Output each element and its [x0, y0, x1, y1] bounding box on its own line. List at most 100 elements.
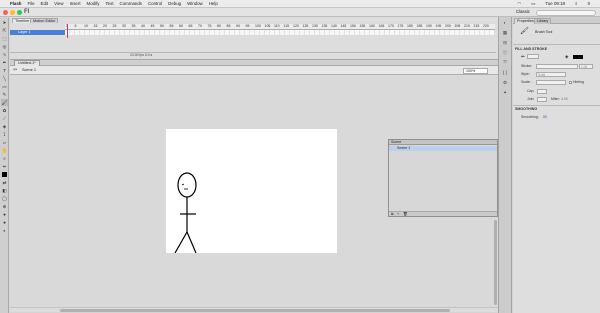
add-scene-icon[interactable]: + — [397, 212, 399, 216]
battery-icon[interactable]: ▭ — [531, 1, 535, 7]
snap-icon[interactable]: ⊕ — [1, 203, 8, 210]
3d-rotation-tool-icon[interactable]: ◎ — [1, 43, 8, 50]
menu-app-name[interactable]: Flash — [10, 1, 21, 6]
frame-number: 165 — [378, 24, 385, 28]
tab-library[interactable]: Library — [534, 18, 552, 24]
text-tool-icon[interactable]: T — [1, 67, 8, 74]
menu-edit[interactable]: Edit — [41, 1, 49, 6]
pen-tool-icon[interactable]: ✒ — [1, 59, 8, 66]
menu-debug[interactable]: Debug — [168, 1, 181, 6]
delete-scene-icon[interactable]: 🗑 — [403, 212, 408, 216]
divider — [513, 105, 600, 106]
wifi-icon[interactable]: ◠ — [517, 1, 521, 7]
scene-breadcrumb[interactable]: Scene 1 — [22, 68, 36, 72]
object-drawing-icon[interactable]: ◯ — [1, 195, 8, 202]
menu-modify[interactable]: Modify — [87, 1, 100, 6]
layer-name[interactable]: Layer 1 — [10, 30, 65, 35]
brush-tool-icon[interactable]: 🖌 — [1, 99, 8, 106]
smoothing-value[interactable]: 50 — [543, 115, 547, 119]
minimize-window-button[interactable] — [10, 10, 15, 15]
fill-stroke-section-header[interactable]: FILL AND STROKE — [515, 47, 547, 51]
deco-tool-icon[interactable]: ✿ — [1, 107, 8, 114]
menu-list-icon[interactable]: ≡ — [587, 1, 590, 7]
fill-bucket-icon: ◈ — [565, 54, 569, 59]
flash-logo: Fl — [24, 9, 30, 15]
scene-list-item[interactable]: Scene 1 — [389, 146, 497, 151]
lasso-tool-icon[interactable]: ∿ — [1, 51, 8, 58]
motion-presets-icon[interactable]: ✦ — [501, 90, 509, 97]
components-panel-icon[interactable]: ⚙ — [501, 80, 509, 87]
subselection-tool-icon[interactable]: ⇱ — [1, 27, 8, 34]
menu-control[interactable]: Control — [148, 1, 162, 6]
color-panel-icon[interactable]: ◐ — [501, 20, 509, 27]
help-search-input[interactable] — [536, 9, 596, 16]
free-transform-tool-icon[interactable]: ⬚ — [1, 35, 8, 42]
menu-help[interactable]: Help — [209, 1, 218, 6]
clock[interactable]: Tue 09:18 — [545, 1, 565, 7]
selection-tool-icon[interactable]: ➤ — [1, 19, 8, 26]
swatches-panel-icon[interactable]: ▦ — [501, 30, 509, 37]
swap-colors-icon[interactable]: ⇄ — [1, 179, 8, 186]
frame-number: 55 — [169, 24, 174, 28]
layer-row[interactable]: Layer 1 — [10, 30, 496, 35]
menu-insert[interactable]: Insert — [70, 1, 81, 6]
horizontal-scroll-thumb[interactable] — [60, 309, 450, 312]
cap-select[interactable] — [537, 89, 547, 94]
style-select[interactable]: Solid — [536, 72, 566, 77]
hinting-checkbox[interactable] — [569, 81, 572, 84]
properties-tabs: Properties Library — [513, 17, 600, 24]
hand-tool-icon[interactable]: ✋ — [1, 147, 8, 154]
info-panel-icon[interactable]: ⓘ — [501, 50, 509, 57]
tab-motion-editor[interactable]: Motion Editor — [30, 18, 59, 23]
frame-number: 185 — [416, 24, 423, 28]
rectangle-tool-icon[interactable]: ▭ — [1, 83, 8, 90]
code-snippets-icon[interactable]: { } — [501, 70, 509, 77]
transform-panel-icon[interactable]: ⤧ — [501, 60, 509, 67]
zoom-window-button[interactable] — [17, 10, 22, 15]
miter-value[interactable]: 3.00 — [561, 97, 568, 101]
brush-size-icon[interactable]: ● — [1, 219, 8, 226]
bone-tool-icon[interactable]: ⟋ — [1, 115, 8, 122]
fill-color-swatch[interactable] — [573, 55, 583, 59]
layer-frames[interactable] — [65, 30, 495, 35]
eyedropper-tool-icon[interactable]: ⟟ — [1, 131, 8, 138]
black-white-icon[interactable]: ◧ — [1, 187, 8, 194]
search-icon[interactable]: ⌕ — [575, 1, 577, 7]
eraser-tool-icon[interactable]: ▱ — [1, 139, 8, 146]
join-select[interactable] — [537, 97, 547, 102]
menu-file[interactable]: File — [27, 1, 34, 6]
scale-label: Scale: — [521, 80, 531, 84]
stroke-color-icon[interactable]: ✏ — [1, 163, 8, 170]
menu-commands[interactable]: Commands — [120, 1, 142, 6]
zoom-select[interactable]: 100% — [463, 67, 488, 74]
vertical-scrollbar[interactable] — [494, 220, 497, 305]
smoothing-section-header[interactable]: SMOOTHING — [515, 107, 537, 111]
menu-view[interactable]: View — [54, 1, 63, 6]
scale-select[interactable] — [536, 80, 566, 85]
back-arrow-icon[interactable]: ⇦ — [13, 67, 17, 73]
playhead[interactable] — [67, 24, 68, 38]
scene-panel-title[interactable]: Scene — [389, 140, 497, 145]
zoom-tool-icon[interactable]: ⌕ — [1, 155, 8, 162]
workspace-switcher[interactable]: Classic — [516, 9, 530, 14]
menu-text[interactable]: Text — [105, 1, 113, 6]
pencil-tool-icon[interactable]: ✎ — [1, 91, 8, 98]
smoothing-label: Smoothing: — [521, 115, 539, 119]
frame-number: 60 — [179, 24, 183, 28]
menu-window[interactable]: Window — [187, 1, 203, 6]
stage[interactable] — [166, 129, 337, 254]
duplicate-scene-icon[interactable]: ⧉ — [391, 212, 394, 216]
brush-mode-icon[interactable]: ● — [1, 211, 8, 218]
frame-number: 50 — [160, 24, 164, 28]
stroke-slider[interactable] — [536, 64, 578, 69]
align-panel-icon[interactable]: ⊟ — [501, 40, 509, 47]
paint-bucket-tool-icon[interactable]: ◈ — [1, 123, 8, 130]
stroke-color-swatch[interactable] — [527, 54, 539, 59]
horizontal-scrollbar[interactable] — [10, 307, 498, 312]
line-tool-icon[interactable]: ╲ — [1, 75, 8, 82]
stroke-value-field[interactable]: 1.00 — [579, 64, 593, 69]
scene-panel-footer: ⧉ + 🗑 — [389, 211, 497, 216]
brush-shape-icon[interactable]: ◐ — [1, 227, 8, 234]
close-window-button[interactable] — [3, 10, 8, 15]
fill-color-icon[interactable] — [1, 171, 8, 178]
